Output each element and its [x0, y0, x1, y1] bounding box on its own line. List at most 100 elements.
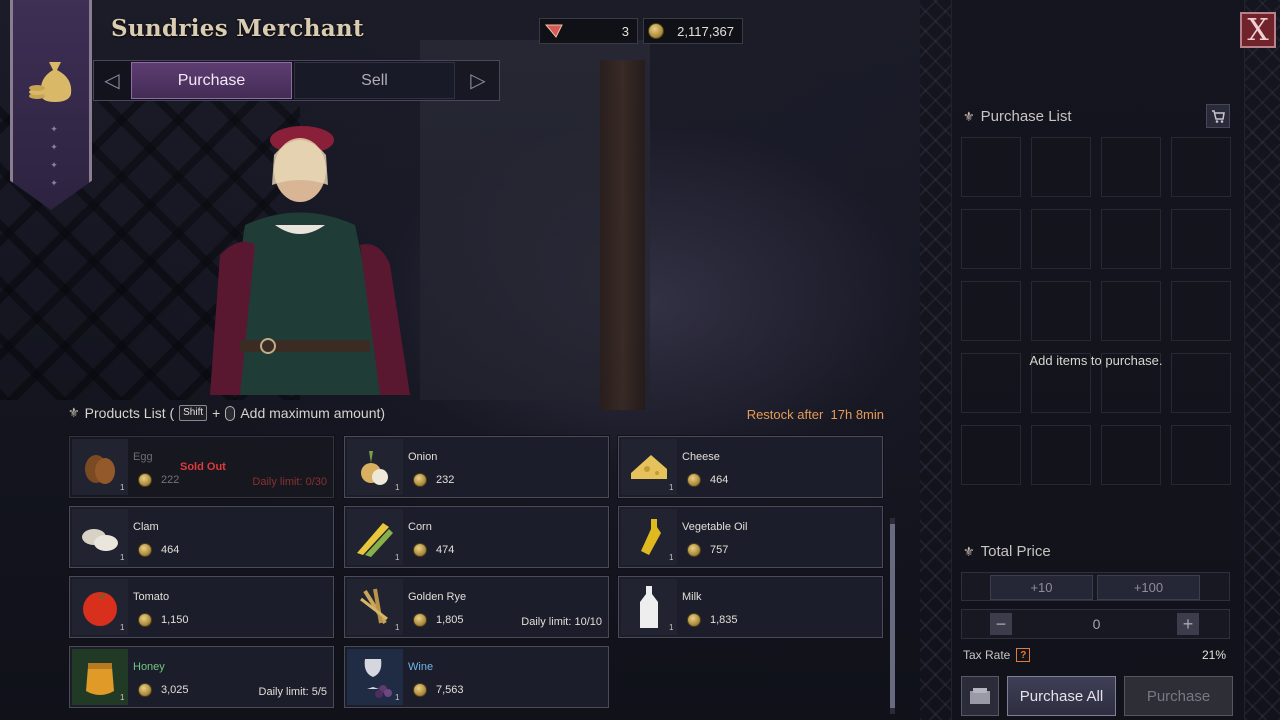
- product-card-vegetable-oil[interactable]: 1 Vegetable Oil 757: [617, 505, 884, 569]
- silver-coin-icon: [413, 543, 427, 557]
- tab-purchase[interactable]: Purchase: [131, 62, 292, 99]
- product-price: 464: [138, 543, 179, 557]
- product-qty: 1: [669, 623, 674, 632]
- product-qty: 1: [120, 693, 125, 702]
- shift-key-hint: Shift: [179, 405, 208, 421]
- silver-coin-icon: [413, 473, 427, 487]
- purchase-slot[interactable]: [1171, 425, 1231, 485]
- product-price: 3,025: [138, 683, 189, 697]
- purchase-all-button[interactable]: Purchase All: [1007, 676, 1116, 716]
- purchase-slot[interactable]: [1171, 137, 1231, 197]
- product-price: 1,835: [687, 613, 738, 627]
- product-price: 222: [138, 473, 179, 487]
- purchase-slot[interactable]: [961, 137, 1021, 197]
- help-icon[interactable]: ?: [1016, 648, 1031, 662]
- silver-coin-icon: [687, 613, 701, 627]
- empty-purchase-message: Add items to purchase.: [1029, 353, 1163, 368]
- daily-limit: Daily limit: 0/30: [252, 476, 327, 488]
- merchant-banner: ✦ ✦ ✦ ✦: [10, 0, 92, 210]
- merchant-npc: [210, 126, 410, 395]
- purchase-slot[interactable]: [1101, 425, 1161, 485]
- tax-rate-row: Tax Rate ?: [963, 648, 1031, 662]
- product-card-milk[interactable]: 1 Milk 1,835: [617, 575, 884, 639]
- increase-button[interactable]: +: [1177, 613, 1199, 635]
- cart-button[interactable]: [1206, 104, 1230, 128]
- products-header: ⚜ Products List ( Shift + Add maximum am…: [68, 405, 385, 421]
- products-heading: Products List (: [84, 405, 175, 421]
- tab-sell[interactable]: Sell: [294, 62, 455, 99]
- product-price: 757: [687, 543, 728, 557]
- product-price: 7,563: [413, 683, 464, 697]
- purchase-slot[interactable]: [1171, 281, 1231, 341]
- products-scrollbar[interactable]: [890, 518, 895, 714]
- product-card-egg[interactable]: 1 Egg Sold Out 222 Daily limit: 0/30: [68, 435, 335, 499]
- product-name: Wine: [408, 661, 434, 673]
- coupon-count: 3: [621, 23, 629, 39]
- product-card-clam[interactable]: 1 Clam 464: [68, 505, 335, 569]
- purchase-list-heading: Purchase List: [980, 108, 1072, 125]
- product-card-golden-rye[interactable]: 1 Golden Rye 1,805 Daily limit: 10/10: [343, 575, 610, 639]
- silver-coin-icon: [138, 683, 152, 697]
- product-card-onion[interactable]: 1 Onion 232: [343, 435, 610, 499]
- product-price: 1,805: [413, 613, 464, 627]
- purchase-slot[interactable]: [1101, 209, 1161, 269]
- product-name: Golden Rye: [408, 591, 467, 603]
- product-name: Egg: [133, 451, 153, 463]
- product-name: Vegetable Oil: [682, 521, 748, 533]
- add-100-button[interactable]: +100: [1097, 575, 1200, 600]
- tab-bar: ◁ Purchase Sell ▷: [93, 60, 500, 101]
- product-card-wine[interactable]: 1 Wine 7,563: [343, 645, 610, 709]
- products-hint: Add maximum amount): [240, 405, 386, 421]
- purchase-slot[interactable]: [961, 425, 1021, 485]
- purchase-slot[interactable]: [961, 209, 1021, 269]
- purchase-slot[interactable]: [1031, 425, 1091, 485]
- coupon-icon: [544, 24, 563, 38]
- scrollbar-thumb[interactable]: [890, 524, 895, 708]
- silver-coin-icon: [413, 613, 427, 627]
- silver-coin-icon: [687, 543, 701, 557]
- silver-coin-icon: [648, 23, 664, 39]
- product-price: 474: [413, 543, 454, 557]
- purchase-slot[interactable]: [1031, 209, 1091, 269]
- purchase-slot[interactable]: [1031, 137, 1091, 197]
- silver-coin-icon: [413, 683, 427, 697]
- plus-sign: +: [212, 405, 221, 421]
- product-card-tomato[interactable]: 1 Tomato 1,150: [68, 575, 335, 639]
- purchase-slot[interactable]: [961, 281, 1021, 341]
- close-button[interactable]: X: [1240, 12, 1276, 48]
- product-card-corn[interactable]: 1 Corn 474: [343, 505, 610, 569]
- quantity-stepper: − 0 +: [961, 609, 1230, 639]
- product-name: Corn: [408, 521, 432, 533]
- purchase-slot[interactable]: [1101, 137, 1161, 197]
- purchase-button[interactable]: Purchase: [1124, 676, 1233, 716]
- storage-button[interactable]: [961, 676, 999, 716]
- product-price: 464: [687, 473, 728, 487]
- price-value: 474: [436, 544, 455, 556]
- product-qty: 1: [395, 693, 400, 702]
- storage-icon: [970, 688, 990, 704]
- product-name: Milk: [682, 591, 702, 603]
- product-qty: 1: [120, 483, 125, 492]
- product-name: Tomato: [133, 591, 170, 603]
- purchase-slot[interactable]: [1031, 281, 1091, 341]
- purchase-slot[interactable]: [1101, 281, 1161, 341]
- price-value: 1,805: [436, 614, 464, 626]
- left-arrow-icon: ◁: [104, 70, 120, 92]
- increment-row: +10 +100: [961, 572, 1230, 601]
- quantity-value[interactable]: 0: [1002, 610, 1191, 638]
- product-card-honey[interactable]: 1 Honey 3,025 Daily limit: 5/5: [68, 645, 335, 709]
- price-value: 757: [710, 544, 729, 556]
- restock-timer: Restock after 17h 8min: [747, 407, 884, 422]
- price-value: 1,835: [710, 614, 738, 626]
- product-card-cheese[interactable]: 1 Cheese 464: [617, 435, 884, 499]
- money-bag-icon: [29, 62, 72, 102]
- fleur-icon: ⚜: [963, 543, 975, 559]
- fleur-icon: ⚜: [963, 108, 975, 124]
- right-arrow-icon: ▷: [470, 70, 486, 92]
- price-value: 464: [710, 474, 729, 486]
- panel-border-pattern: [1244, 0, 1280, 720]
- product-name: Clam: [133, 521, 159, 533]
- cart-icon: [1212, 110, 1225, 123]
- purchase-slot[interactable]: [1171, 209, 1231, 269]
- add-10-button[interactable]: +10: [990, 575, 1093, 600]
